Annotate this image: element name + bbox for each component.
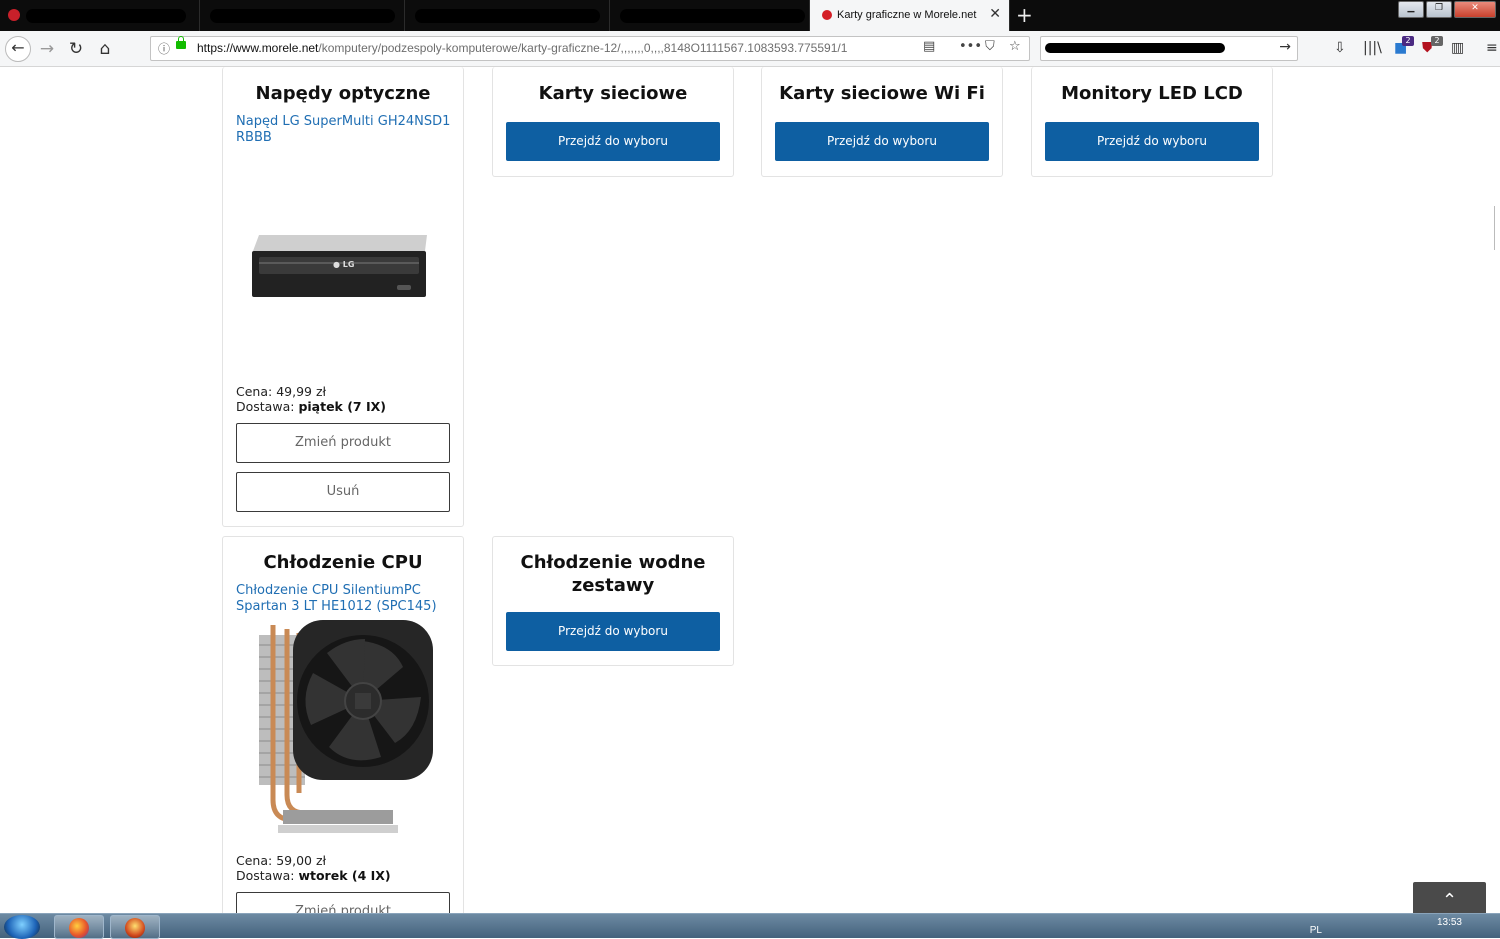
card-optical-drives: Napędy optyczne Napęd LG SuperMulti GH24… bbox=[222, 67, 464, 527]
tab-active[interactable]: Karty graficzne w Morele.net ✕ bbox=[810, 0, 1010, 31]
navigation-toolbar: ← → ↻ ⌂ ⓘ https://www.morele.net/kompute… bbox=[0, 31, 1500, 67]
card-title: Chłodzenie wodne zestawy bbox=[520, 552, 706, 596]
search-go-icon[interactable]: → bbox=[1279, 39, 1291, 55]
favicon-icon bbox=[8, 9, 20, 21]
lock-icon bbox=[176, 36, 186, 49]
price-value: 59,00 zł bbox=[276, 853, 327, 868]
window-controls: ▁ ❐ ✕ bbox=[1398, 1, 1496, 18]
tab-redacted-2[interactable] bbox=[200, 0, 405, 31]
tab-redacted-4[interactable] bbox=[610, 0, 810, 31]
active-tab-title: Karty graficzne w Morele.net bbox=[837, 9, 977, 21]
taskbar: PL 13:53 bbox=[0, 913, 1500, 939]
taskbar-firefox[interactable] bbox=[54, 915, 104, 939]
reload-button[interactable]: ↻ bbox=[66, 39, 86, 59]
price-line: Cena: 59,00 zł bbox=[236, 853, 326, 868]
card-title: Monitory LED LCD bbox=[1061, 83, 1243, 104]
redacted-tab-title bbox=[415, 9, 600, 23]
tab-redacted-1[interactable] bbox=[0, 0, 200, 31]
product-image[interactable] bbox=[253, 615, 438, 845]
price-value: 49,99 zł bbox=[276, 384, 327, 399]
close-tab-icon[interactable]: ✕ bbox=[989, 6, 1001, 22]
delivery-label: Dostawa: bbox=[236, 868, 295, 883]
drive-logo: ● LG bbox=[333, 260, 355, 269]
card-water-cooling: Chłodzenie wodne zestawy Przejdź do wybo… bbox=[492, 536, 734, 666]
redacted-tab-title bbox=[210, 9, 395, 23]
bookmark-star-icon[interactable]: ☆ bbox=[1009, 39, 1021, 54]
scrollbar-handle[interactable] bbox=[1494, 206, 1500, 250]
cpu-cooler-image bbox=[259, 620, 433, 833]
card-cpu-cooling: Chłodzenie CPU Chłodzenie CPU SilentiumP… bbox=[222, 536, 464, 932]
search-input[interactable]: → bbox=[1040, 36, 1298, 61]
price-label: Cena: bbox=[236, 384, 273, 399]
maximize-button[interactable]: ❐ bbox=[1426, 1, 1452, 18]
card-monitors: Monitory LED LCD Przejdź do wyboru bbox=[1031, 67, 1273, 177]
page-actions-icon[interactable]: ••• bbox=[959, 39, 982, 54]
downloads-icon[interactable]: ⇩ bbox=[1334, 40, 1346, 56]
card-title: Napędy optyczne bbox=[255, 83, 431, 104]
language-indicator[interactable]: PL bbox=[1310, 925, 1322, 936]
price-label: Cena: bbox=[236, 853, 273, 868]
extension-badge: 2 bbox=[1402, 36, 1414, 46]
choose-button[interactable]: Przejdź do wyboru bbox=[506, 612, 720, 651]
start-button[interactable] bbox=[4, 915, 40, 939]
minimize-button[interactable]: ▁ bbox=[1398, 1, 1424, 18]
sidebar-icon[interactable]: ▥ bbox=[1451, 40, 1464, 56]
redacted-search-text bbox=[1045, 43, 1225, 53]
firefox-icon bbox=[69, 918, 89, 938]
delivery-label: Dostawa: bbox=[236, 399, 295, 414]
remove-product-button[interactable]: Usuń bbox=[236, 472, 450, 512]
card-wifi-cards: Karty sieciowe Wi Fi Przejdź do wyboru bbox=[761, 67, 1003, 177]
tab-bar: Karty graficzne w Morele.net ✕ + ▁ ❐ ✕ bbox=[0, 0, 1500, 31]
taskbar-app[interactable] bbox=[110, 915, 160, 939]
product-link[interactable]: Chłodzenie CPU SilentiumPC Spartan 3 LT … bbox=[236, 583, 451, 615]
pocket-icon[interactable]: ⛉ bbox=[985, 39, 995, 54]
library-icon[interactable]: |||\ bbox=[1363, 40, 1382, 56]
url-bar[interactable]: ⓘ https://www.morele.net/komputery/podze… bbox=[150, 36, 1030, 61]
redacted-tab-title bbox=[26, 9, 186, 23]
choose-button[interactable]: Przejdź do wyboru bbox=[506, 122, 720, 161]
delivery-line: Dostawa: piątek (7 IX) bbox=[236, 399, 386, 414]
app-icon bbox=[125, 918, 145, 938]
url-text[interactable]: https://www.morele.net/komputery/podzesp… bbox=[197, 41, 887, 55]
card-title: Chłodzenie CPU bbox=[263, 552, 423, 573]
morele-favicon-icon bbox=[822, 10, 832, 20]
forward-button[interactable]: → bbox=[37, 39, 57, 59]
delivery-value: piątek (7 IX) bbox=[298, 399, 386, 414]
product-link[interactable]: Napęd LG SuperMulti GH24NSD1 RBBB bbox=[236, 114, 451, 146]
close-window-button[interactable]: ✕ bbox=[1454, 1, 1496, 18]
ublock-badge: 2 bbox=[1431, 36, 1443, 46]
tab-redacted-3[interactable] bbox=[405, 0, 610, 31]
site-info-icon[interactable]: ⓘ bbox=[158, 40, 170, 57]
card-network-cards: Karty sieciowe Przejdź do wyboru bbox=[492, 67, 734, 177]
clock[interactable]: 13:53 bbox=[1437, 917, 1462, 928]
redacted-tab-title bbox=[620, 9, 805, 23]
product-image[interactable]: ● LG bbox=[237, 217, 451, 307]
reader-view-icon[interactable]: ▤ bbox=[923, 39, 935, 54]
home-button[interactable]: ⌂ bbox=[95, 39, 115, 59]
new-tab-button[interactable]: + bbox=[1016, 3, 1033, 27]
card-title: Karty sieciowe Wi Fi bbox=[779, 83, 985, 104]
delivery-value: wtorek (4 IX) bbox=[298, 868, 391, 883]
url-path: /komputery/podzespoly-komputerowe/karty-… bbox=[318, 41, 848, 55]
choose-button[interactable]: Przejdź do wyboru bbox=[1045, 122, 1259, 161]
change-product-button[interactable]: Zmień produkt bbox=[236, 423, 450, 463]
price-line: Cena: 49,99 zł bbox=[236, 384, 326, 399]
choose-button[interactable]: Przejdź do wyboru bbox=[775, 122, 989, 161]
menu-icon[interactable]: ≡ bbox=[1486, 40, 1498, 56]
delivery-line: Dostawa: wtorek (4 IX) bbox=[236, 868, 391, 883]
back-button[interactable]: ← bbox=[5, 36, 31, 62]
card-title: Karty sieciowe bbox=[538, 83, 688, 104]
url-host: https://www.morele.net bbox=[197, 41, 319, 55]
